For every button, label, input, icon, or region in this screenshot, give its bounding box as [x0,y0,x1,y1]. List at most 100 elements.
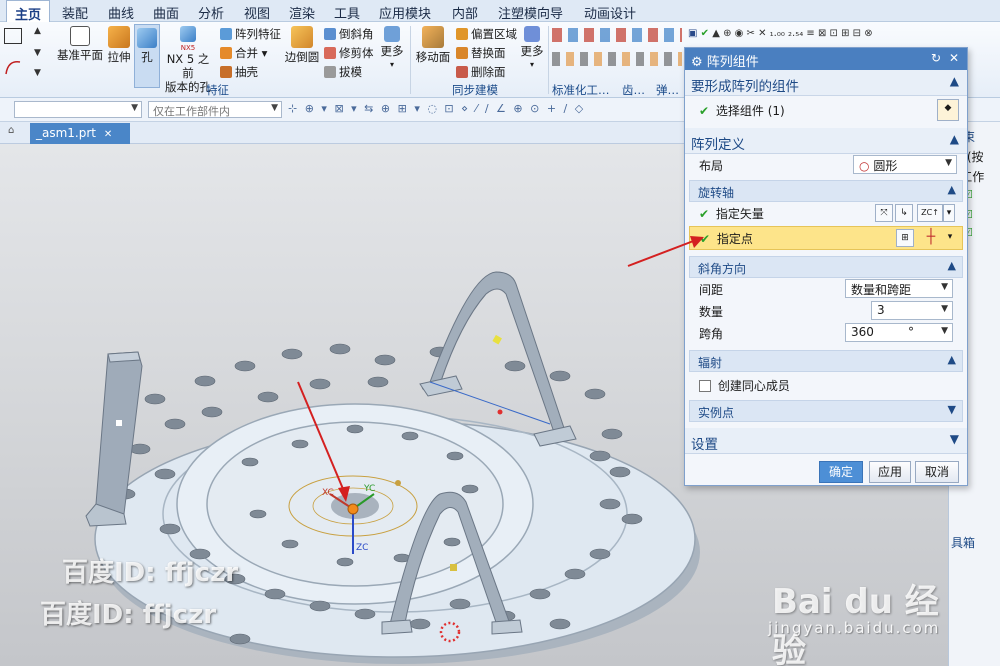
chevron-up-icon[interactable]: ▲ [950,74,959,88]
ok-button[interactable]: 确定 [819,461,863,483]
expand-icon[interactable]: ▼ [34,68,41,78]
standard-tools-icons[interactable] [552,28,682,42]
menu-assembly[interactable]: 装配 [62,3,88,22]
offset-region-label: 偏置区域 [471,27,517,41]
chevron-down-icon[interactable]: ▼ [950,432,959,446]
spacing-dropdown[interactable]: 数量和跨距 ▼ [845,279,953,298]
close-icon[interactable]: ✕ [949,51,959,65]
datum-plane-button[interactable]: 基准平面 [54,26,106,62]
chevron-up-icon[interactable]: ▲ [950,132,959,146]
dialog-titlebar[interactable]: ⚙ 阵列组件 ↻ ✕ [685,48,967,70]
concentric-checkbox[interactable] [699,380,711,392]
reverse-direction-icon[interactable]: ⤧ [875,204,893,222]
menu-analysis[interactable]: 分析 [198,3,224,22]
more-features-button[interactable]: 更多 ▾ [378,26,406,72]
subsection-rotation-axis[interactable]: 旋转轴 ▲ [689,180,963,202]
offset-region-button[interactable]: 偏置区域 [456,26,517,42]
delete-face-button[interactable]: 删除面 [456,64,506,80]
menu-home[interactable]: 主页 [6,0,51,23]
select-component-row[interactable]: ✔ 选择组件 (1) ◆ [689,96,963,126]
radiate-title: 辐射 [698,356,723,370]
group-standard-label: 标准化工… [552,83,610,97]
replace-face-button[interactable]: 替换面 [456,45,506,61]
chevron-up-icon[interactable]: ▲ [34,26,41,36]
draft-button[interactable]: 拔模 [324,64,362,80]
menu-view[interactable]: 视图 [244,3,270,22]
annotation-arrow-dialog [627,236,704,267]
chevron-down-icon[interactable]: ▾ [944,229,956,247]
gear-spring-icons[interactable] [552,52,682,66]
menu-mold-wizard[interactable]: 注塑模向导 [498,3,563,22]
home-icon[interactable]: ⌂ [8,125,20,139]
menu-application[interactable]: 应用模块 [379,3,431,22]
menu-render[interactable]: 渲染 [289,3,315,22]
type-filter-dropdown[interactable]: ▼ [14,101,142,118]
scope-value: 仅在工作部件内 [153,105,230,118]
count-input[interactable]: 3 ▼ [871,301,953,320]
section-settings[interactable]: 设置 ▼ [685,428,967,454]
axis-xc-label: XC [322,488,334,498]
menu-internal[interactable]: 内部 [452,3,478,22]
subsection-angular-direction[interactable]: 斜角方向 ▲ [689,256,963,278]
shell-button[interactable]: 抽壳 [220,64,258,80]
formula-toolbar[interactable]: ▣ ✔ ▲ ⊕ ◉ ✂ ✕ ₁.₀₀ ₂.₅₄ ≡ ⊠ ⊡ ⊞ ⊟ ⊗ [688,28,994,44]
chevron-up-icon[interactable]: ▲ [948,183,956,196]
spacing-label: 间距 [699,283,724,297]
count-row: 数量 3 ▼ [689,300,963,322]
spacing-row: 间距 数量和跨距 ▼ [689,278,963,300]
crosshair-point-icon[interactable]: ┼ [918,229,944,247]
menu-surface[interactable]: 曲面 [153,3,179,22]
edge-blend-button[interactable]: 边倒圆 [282,26,322,64]
extrude-button[interactable]: 拉伸 [104,26,134,64]
chamfer-button[interactable]: 倒斜角 [324,26,374,42]
section-pattern-definition[interactable]: 阵列定义 ▲ [685,128,967,154]
replace-face-label: 替换面 [471,46,506,60]
zc-vector-icon[interactable]: ZC↑ [917,204,943,222]
point-dialog-icon[interactable]: ⊞ [896,229,914,247]
nx5-hole-icon [180,26,196,42]
gear-icon: ⚙ [691,55,703,70]
document-tab[interactable]: _asm1.prt ✕ [30,123,130,144]
zc-vector-label: ZC [921,208,933,217]
draft-label: 拔模 [339,65,362,79]
chevron-up-icon[interactable]: ▲ [948,259,956,272]
span-angle-input[interactable]: 360 ° ▼ [845,323,953,342]
subsection-instance-point[interactable]: 实例点 ▼ [689,400,963,422]
unite-label: 合并 [235,46,258,60]
curve-icon[interactable] [4,58,22,76]
chevron-down-icon[interactable]: ▼ [948,403,956,416]
specify-vector-row[interactable]: ✔ 指定矢量 ⤧ ↳ ZC↑ ▾ [689,202,963,226]
subsection-radiate[interactable]: 辐射 ▲ [689,350,963,372]
section-components-title: 要形成阵列的组件 [691,79,799,95]
close-icon[interactable]: ✕ [104,129,112,140]
chevron-up-icon[interactable]: ▲ [948,353,956,366]
chevron-down-icon[interactable]: ▼ [34,48,41,58]
layout-dropdown[interactable]: ○ 圆形 ▼ [853,155,957,174]
menu-animation[interactable]: 动画设计 [584,3,636,22]
trim-body-icon [324,47,336,59]
pattern-feature-button[interactable]: 阵列特征 [220,26,281,42]
scope-dropdown[interactable]: 仅在工作部件内 ▼ [148,101,282,118]
sketch-icon[interactable] [4,28,22,44]
menu-tools[interactable]: 工具 [334,3,360,22]
vector-dialog-icon[interactable]: ↳ [895,204,913,222]
cancel-button[interactable]: 取消 [915,461,959,483]
apply-button[interactable]: 应用 [869,461,911,483]
specify-point-row[interactable]: ✔ 指定点 ⊞ ┼ ▾ [689,226,963,250]
unite-button[interactable]: 合并 ▾ [220,45,267,61]
menu-curve[interactable]: 曲线 [108,3,134,22]
layout-row: 布局 ○ 圆形 ▼ [689,154,963,176]
section-components[interactable]: 要形成阵列的组件 ▲ [685,70,967,96]
concentric-row[interactable]: 创建同心成员 [689,372,963,398]
baidu-id-watermark: 百度ID: ffjczr [62,558,239,588]
move-face-button[interactable]: 移动面 [414,26,452,64]
count-value: 3 [877,303,885,317]
reset-icon[interactable]: ↻ [931,51,941,65]
hole-button[interactable]: 孔 [134,24,160,88]
more-sync-button[interactable]: 更多 ▾ [518,26,546,72]
add-component-icon[interactable]: ◆ [937,99,959,121]
trim-body-button[interactable]: 修剪体 [324,45,374,61]
chevron-down-icon[interactable]: ▾ [943,204,955,222]
snap-point-toolbar[interactable]: ⊹ ⊕ ▾ ⊠ ▾ ⇆ ⊕ ⊞ ▾ ◌ ⊡ ⋄ ⁄ ∕ ∠ ⊕ ⊙ + ∕ ◇ [288,102,678,118]
delete-face-label: 删除面 [471,65,506,79]
